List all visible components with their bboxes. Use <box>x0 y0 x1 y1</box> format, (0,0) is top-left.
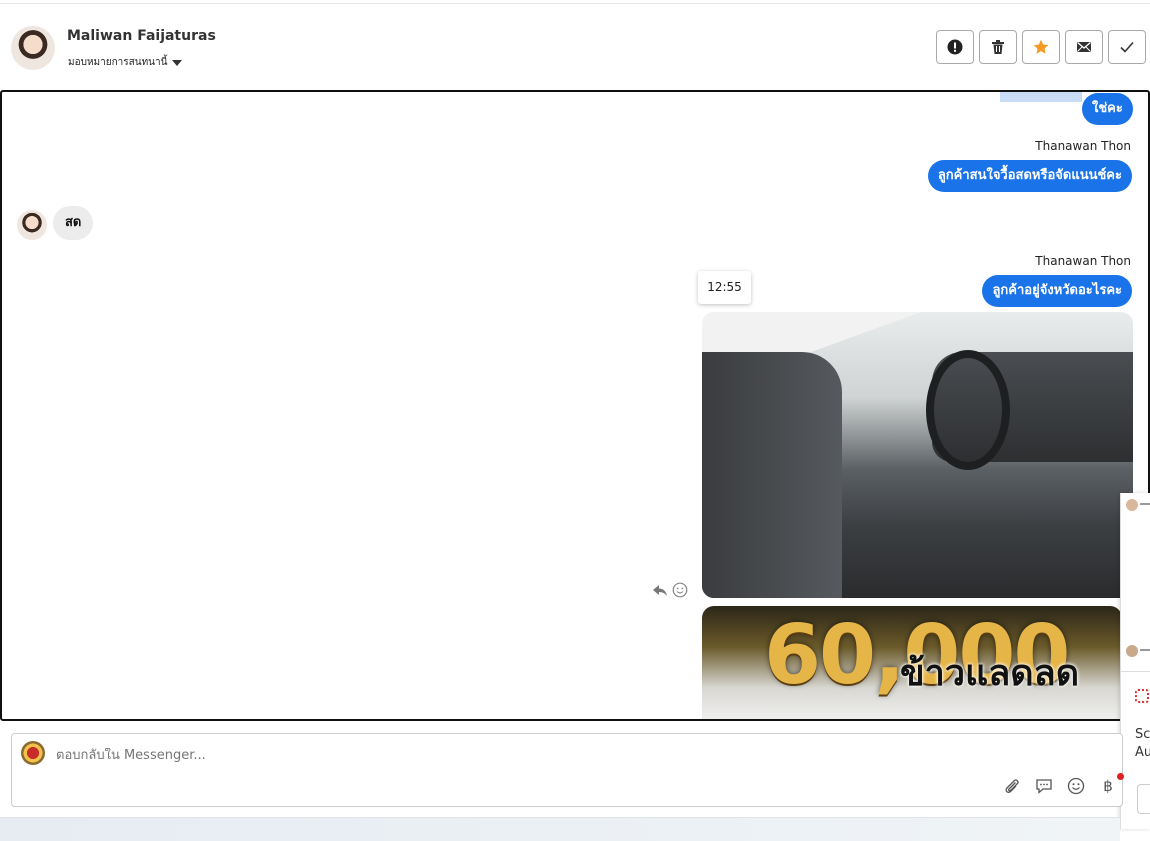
page-avatar <box>21 741 45 765</box>
mail-button[interactable] <box>1065 30 1103 64</box>
notification-card[interactable]: Sc Au <box>1121 671 1150 829</box>
conversation-header: Maliwan Faijaturas มอบหมายการสนทนานี้ <box>0 5 1150 90</box>
emoji-react-icon[interactable] <box>672 582 688 598</box>
check-icon <box>1120 41 1134 53</box>
promo-image[interactable]: 60,000 ข้าวแลดลด <box>702 606 1122 719</box>
emoji-button[interactable] <box>1066 776 1086 796</box>
saved-replies-button[interactable] <box>1034 776 1054 796</box>
promo-text: ข้าวแลดลด <box>900 653 1080 694</box>
bottom-strip <box>0 817 1120 841</box>
notification-line <box>1140 649 1150 651</box>
message-timestamp-tooltip: 12:55 <box>698 271 751 304</box>
top-divider <box>0 0 1150 4</box>
attach-button[interactable] <box>1002 776 1022 796</box>
mail-icon <box>1077 42 1091 52</box>
paperclip-icon <box>1005 779 1019 793</box>
notification-text: Au <box>1135 745 1150 760</box>
outgoing-message[interactable]: ลูกค้าอยู่จังหวัดอะไรคะ <box>982 275 1132 307</box>
reply-input[interactable] <box>56 748 956 763</box>
assign-label: มอบหมายการสนทนานี้ <box>68 57 168 68</box>
contact-avatar-small <box>17 210 47 240</box>
selection-highlight <box>1000 92 1082 102</box>
baht-icon: ฿ <box>1103 777 1113 795</box>
notification-button[interactable] <box>1137 784 1150 814</box>
app-logo-icon <box>1135 689 1149 703</box>
side-notification-panel[interactable]: Sc Au <box>1120 493 1150 829</box>
star-button[interactable] <box>1022 30 1060 64</box>
payment-button[interactable]: ฿ <box>1098 776 1118 796</box>
notification-text: Sc <box>1135 727 1150 742</box>
message-thread[interactable]: ใช่คะ Thanawan Thon ลูกค้าสนใจวื้อสดหรือ… <box>0 90 1150 721</box>
incoming-message[interactable]: สด <box>53 206 94 240</box>
car-interior-image[interactable] <box>702 312 1133 598</box>
notification-avatar <box>1126 645 1138 657</box>
assign-conversation-dropdown[interactable]: มอบหมายการสนทนานี้ <box>68 55 183 70</box>
delete-button[interactable] <box>979 30 1017 64</box>
composer-tools: ฿ <box>1002 776 1118 796</box>
reply-icon[interactable] <box>652 582 668 598</box>
contact-avatar[interactable] <box>11 26 55 70</box>
header-actions <box>936 30 1146 64</box>
smiley-icon <box>1067 777 1085 795</box>
done-button[interactable] <box>1108 30 1146 64</box>
message-sender: Thanawan Thon <box>1035 254 1131 268</box>
message-reactions <box>652 582 688 598</box>
chat-bubble-icon <box>1036 779 1052 794</box>
notification-avatar <box>1126 499 1138 511</box>
caret-down-icon <box>172 60 183 66</box>
reply-composer: ฿ <box>11 733 1124 807</box>
alert-button[interactable] <box>936 30 974 64</box>
notification-dot <box>1117 773 1124 780</box>
message-sender: Thanawan Thon <box>1035 139 1131 153</box>
outgoing-message[interactable]: ลูกค้าสนใจวื้อสดหรือจัดแนนช์คะ <box>927 160 1132 192</box>
trash-icon <box>992 40 1004 54</box>
alert-icon <box>947 39 963 55</box>
notification-line <box>1140 503 1150 505</box>
star-icon <box>1033 39 1049 54</box>
contact-name[interactable]: Maliwan Faijaturas <box>67 28 216 44</box>
outgoing-message[interactable]: ใช่คะ <box>1082 93 1133 125</box>
